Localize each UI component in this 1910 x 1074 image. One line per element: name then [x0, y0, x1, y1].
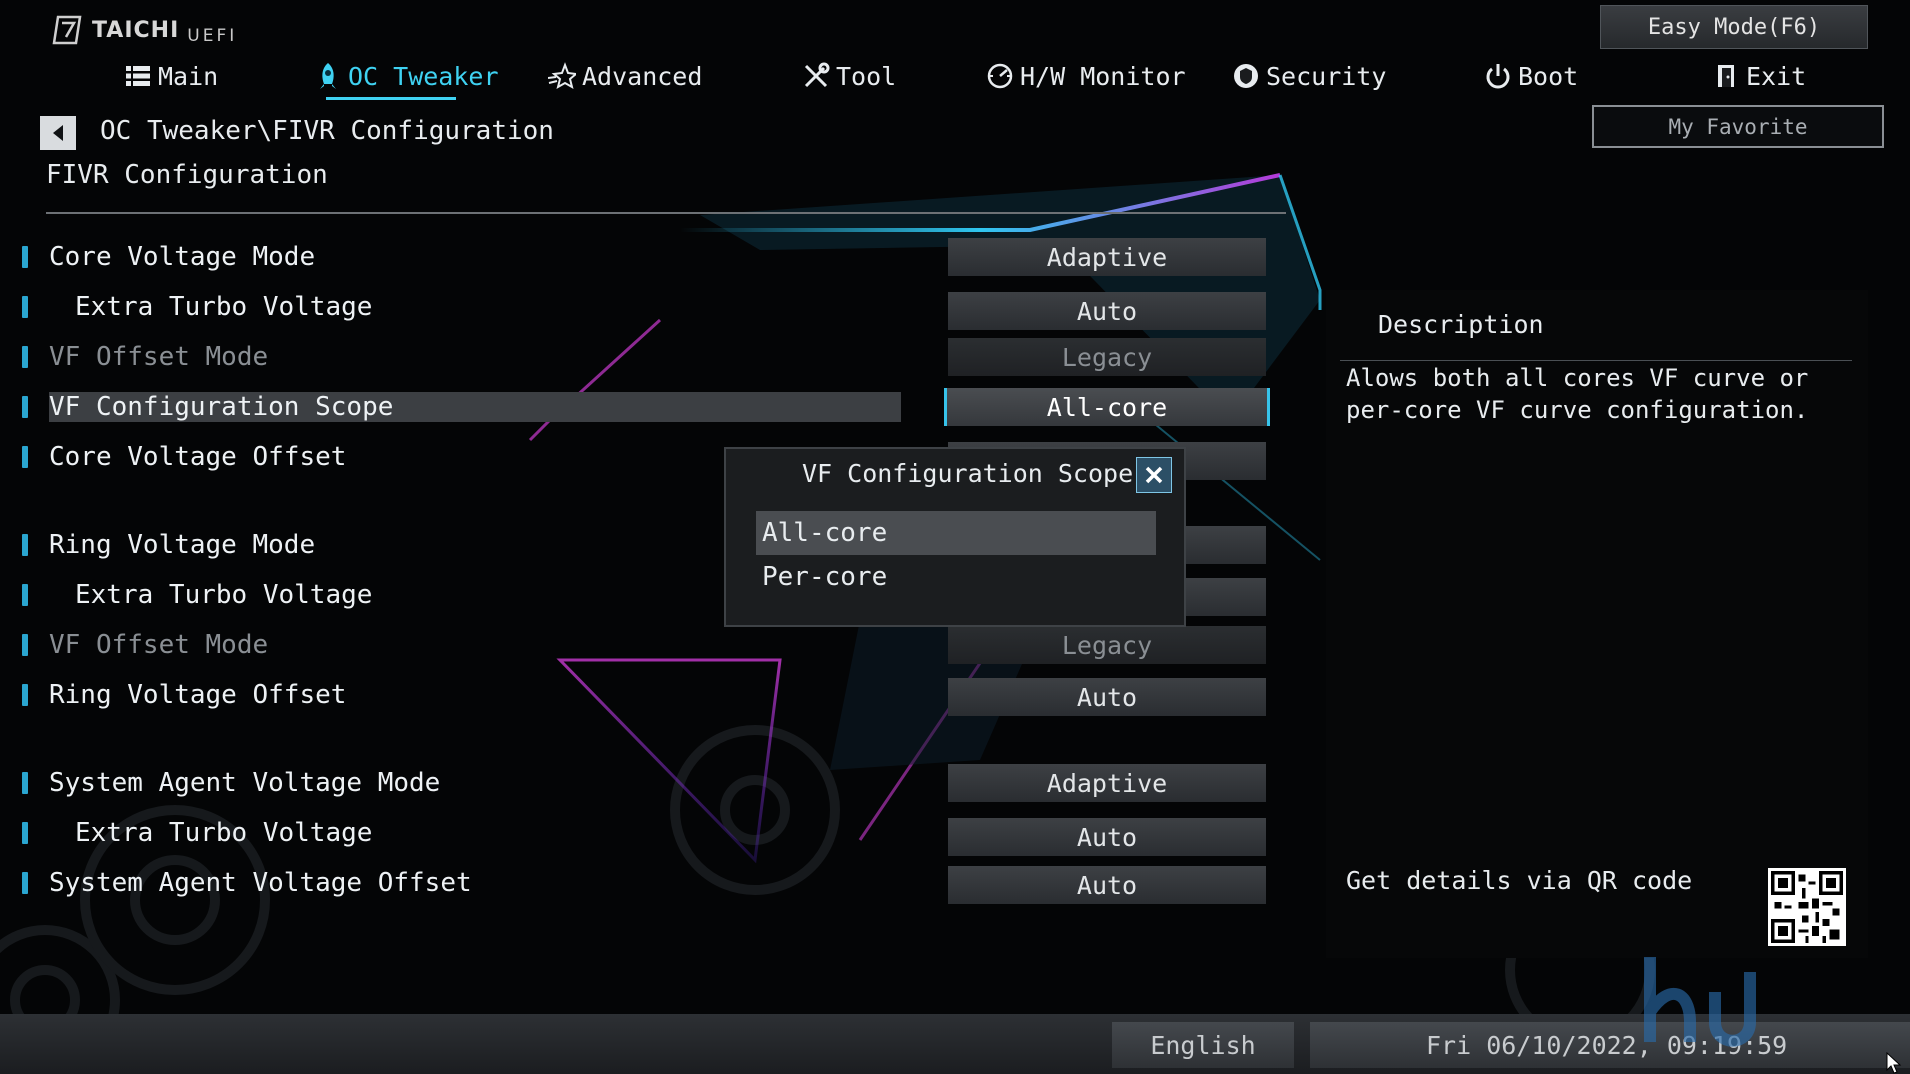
row-marker — [22, 872, 28, 894]
setting-value: Legacy — [948, 338, 1266, 376]
setting-value[interactable]: Adaptive — [948, 764, 1266, 802]
active-tab-indicator — [326, 97, 456, 100]
setting-value[interactable]: Auto — [948, 866, 1266, 904]
setting-row-extra-turbo-voltage[interactable]: Extra Turbo Voltage Auto — [0, 288, 1290, 330]
breadcrumb: OC Tweaker\FIVR Configuration — [100, 116, 554, 146]
divider — [46, 212, 1286, 214]
setting-value[interactable]: All-core — [944, 388, 1270, 426]
row-marker — [22, 584, 28, 606]
qr-label: Get details via QR code — [1346, 866, 1693, 895]
popup-option-list: All-core Per-core — [756, 511, 1156, 599]
row-marker — [22, 684, 28, 706]
back-arrow-icon — [53, 125, 63, 141]
language-button[interactable]: English — [1112, 1022, 1294, 1068]
setting-label: Core Voltage Mode — [49, 242, 316, 272]
setting-label: Ring Voltage Offset — [49, 680, 347, 710]
rocket-icon — [320, 63, 336, 89]
brand-name: TAICHI — [92, 17, 180, 43]
row-marker — [22, 346, 28, 368]
description-divider — [1340, 360, 1852, 361]
setting-label: VF Offset Mode — [49, 630, 269, 660]
vf-scope-popup: VF Configuration Scope All-core Per-core — [724, 447, 1186, 627]
my-favorite-button[interactable]: My Favorite — [1592, 105, 1884, 148]
setting-label: Extra Turbo Voltage — [75, 292, 373, 322]
row-marker — [22, 772, 28, 794]
description-text: Alows both all cores VF curve or per-cor… — [1346, 364, 1809, 424]
setting-row-vf-configuration-scope[interactable]: VF Configuration Scope All-core — [0, 388, 1290, 428]
tab-label: Tool — [836, 61, 897, 91]
setting-row-vf-offset-mode: VF Offset Mode Legacy — [0, 626, 1290, 666]
section-title: FIVR Configuration — [46, 160, 328, 190]
setting-row-system-agent-voltage-offset[interactable]: System Agent Voltage Offset Auto — [0, 864, 1290, 904]
tab-main[interactable]: Main — [124, 56, 218, 96]
setting-label: VF Offset Mode — [49, 342, 269, 372]
back-button[interactable] — [40, 116, 76, 150]
mouse-cursor-icon — [1886, 1052, 1902, 1074]
monitor-gauge-icon — [987, 63, 1013, 89]
star-icon — [548, 62, 576, 90]
setting-value[interactable]: Auto — [948, 292, 1266, 330]
tab-label: Security — [1266, 61, 1387, 91]
setting-label: Extra Turbo Voltage — [75, 818, 373, 848]
tab-label: Exit — [1746, 61, 1807, 91]
description-title: Description — [1378, 310, 1544, 339]
power-icon — [1486, 64, 1510, 89]
close-icon — [1145, 466, 1163, 484]
setting-row-system-agent-voltage-mode[interactable]: System Agent Voltage Mode Adaptive — [0, 764, 1290, 804]
description-panel: Description Alows both all cores VF curv… — [1326, 290, 1868, 958]
popup-option-per-core[interactable]: Per-core — [756, 555, 1156, 599]
popup-option-all-core[interactable]: All-core — [756, 511, 1156, 555]
setting-label: Extra Turbo Voltage — [75, 580, 373, 610]
tab-advanced[interactable]: Advanced — [548, 56, 702, 96]
tab-tool[interactable]: Tool — [802, 56, 896, 96]
setting-row-ring-voltage-offset[interactable]: Ring Voltage Offset Auto — [0, 676, 1290, 716]
setting-row-vf-offset-mode: VF Offset Mode Legacy — [0, 338, 1290, 378]
tab-label: H/W Monitor — [1020, 61, 1186, 91]
setting-label: System Agent Voltage Mode — [49, 768, 441, 798]
close-button[interactable] — [1136, 457, 1172, 493]
setting-label: VF Configuration Scope — [49, 392, 901, 422]
row-marker — [22, 396, 28, 418]
setting-value[interactable]: Auto — [948, 818, 1266, 856]
watermark-logo-icon — [1644, 957, 1756, 1047]
tab-label: Advanced — [582, 61, 703, 91]
exit-door-icon — [1718, 65, 1734, 87]
tab-label: Boot — [1518, 61, 1579, 91]
row-marker — [22, 534, 28, 556]
tab-label: OC Tweaker — [348, 61, 499, 91]
tab-boot[interactable]: Boot — [1484, 56, 1578, 96]
setting-value[interactable]: Auto — [948, 678, 1266, 716]
setting-row-core-voltage-mode[interactable]: Core Voltage Mode Adaptive — [0, 238, 1290, 278]
row-marker — [22, 246, 28, 268]
tab-oc-tweaker[interactable]: OC Tweaker — [314, 56, 499, 96]
tools-icon — [804, 62, 830, 88]
shield-icon — [1234, 64, 1258, 88]
row-marker — [22, 822, 28, 844]
row-marker — [22, 634, 28, 656]
setting-label: Core Voltage Offset — [49, 442, 347, 472]
setting-value: Legacy — [948, 626, 1266, 664]
taichi-logo-icon — [52, 15, 82, 45]
setting-value[interactable]: Adaptive — [948, 238, 1266, 276]
tab-exit[interactable]: Exit — [1712, 56, 1806, 96]
popup-title: VF Configuration Scope — [802, 459, 1134, 488]
setting-label: Ring Voltage Mode — [49, 530, 316, 560]
easy-mode-button[interactable]: Easy Mode(F6) — [1600, 5, 1868, 49]
tab-security[interactable]: Security — [1232, 56, 1386, 96]
row-marker — [22, 446, 28, 468]
qr-code-icon — [1768, 868, 1846, 946]
list-icon — [126, 66, 150, 86]
brand-subtitle: UEFI — [187, 26, 238, 46]
brand-logo: TAICHI UEFI — [50, 14, 237, 46]
tab-hw-monitor[interactable]: H/W Monitor — [986, 56, 1186, 96]
setting-label: System Agent Voltage Offset — [49, 868, 472, 898]
row-marker — [22, 296, 28, 318]
setting-row-extra-turbo-voltage[interactable]: Extra Turbo Voltage Auto — [0, 814, 1290, 856]
tab-label: Main — [158, 61, 219, 91]
datetime-display: Fri 06/10/2022, 09:19:59 — [1310, 1022, 1910, 1068]
